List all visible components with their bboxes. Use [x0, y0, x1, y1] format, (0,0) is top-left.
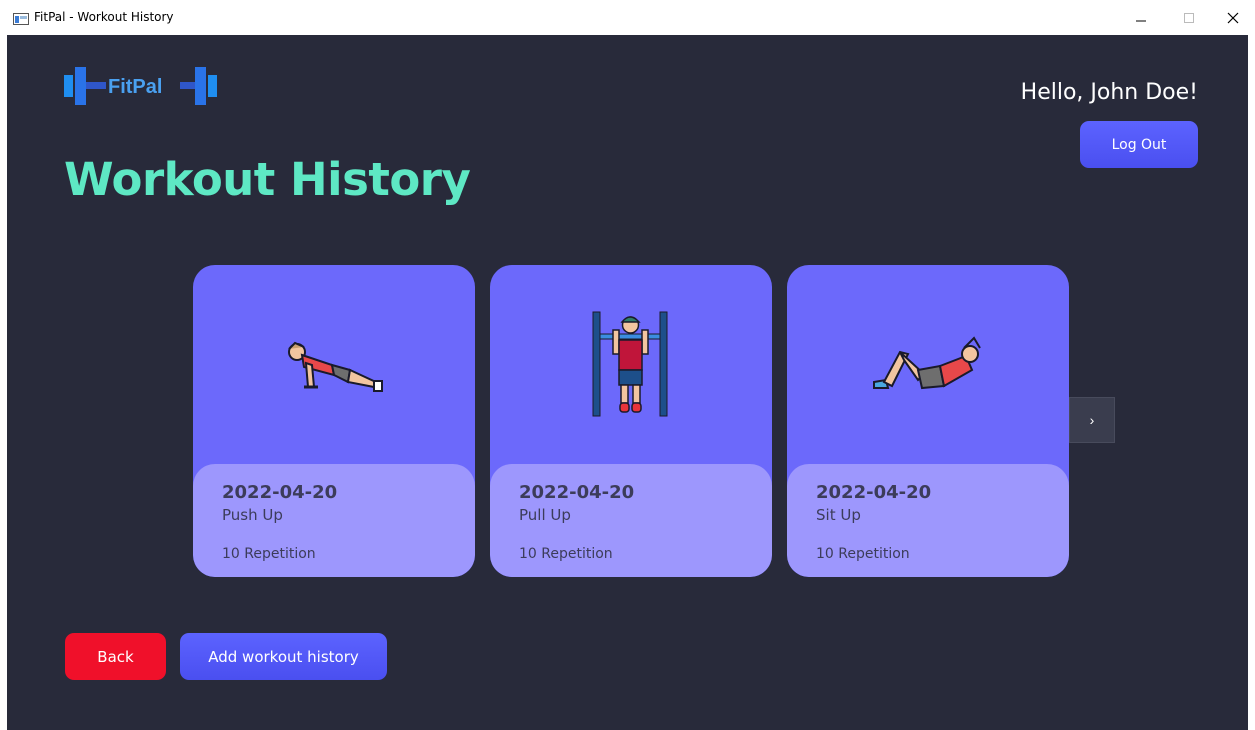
workout-card[interactable]: 2022-04-20 Sit Up 10 Repetition	[787, 265, 1069, 577]
workout-name: Push Up	[222, 506, 283, 524]
close-button[interactable]	[1218, 5, 1248, 31]
logo-text: FitPal	[108, 76, 163, 98]
workout-name: Sit Up	[816, 506, 861, 524]
workout-reps: 10 Repetition	[519, 546, 613, 562]
illustration-area	[490, 265, 772, 465]
workout-name: Pull Up	[519, 506, 571, 524]
workout-card[interactable]: 2022-04-20 Push Up 10 Repetition	[193, 265, 475, 577]
workout-reps: 10 Repetition	[222, 546, 316, 562]
workout-card[interactable]: 2022-04-20 Pull Up 10 Repetition	[490, 265, 772, 577]
workout-date: 2022-04-20	[816, 482, 932, 503]
add-workout-history-button[interactable]: Add workout history	[180, 633, 387, 680]
sit-up-icon	[873, 336, 981, 390]
workout-info: 2022-04-20 Push Up 10 Repetition	[193, 464, 475, 577]
minimize-button[interactable]	[1126, 5, 1156, 31]
workout-date: 2022-04-20	[519, 482, 635, 503]
close-icon	[1227, 12, 1239, 24]
workout-info: 2022-04-20 Sit Up 10 Repetition	[787, 464, 1069, 577]
page-title: Workout History	[64, 153, 471, 206]
user-greeting: Hello, John Doe!	[1020, 80, 1198, 105]
push-up-icon	[288, 341, 383, 392]
window-title: FitPal - Workout History	[34, 10, 174, 24]
app-icon	[13, 13, 29, 25]
window-titlebar: FitPal - Workout History	[0, 0, 1255, 35]
minimize-icon	[1136, 20, 1146, 22]
pull-up-icon	[592, 311, 668, 417]
app-window: FitPal Hello, John Doe! Log Out Workout …	[7, 35, 1248, 730]
workout-date: 2022-04-20	[222, 482, 338, 503]
logout-button[interactable]: Log Out	[1080, 121, 1198, 168]
maximize-icon	[1184, 13, 1194, 23]
chevron-right-icon: ›	[1089, 412, 1095, 428]
illustration-area	[787, 265, 1069, 465]
illustration-area	[193, 265, 475, 465]
back-button[interactable]: Back	[65, 633, 166, 680]
workout-reps: 10 Repetition	[816, 546, 910, 562]
maximize-button[interactable]	[1174, 5, 1204, 31]
carousel-next-button[interactable]: ›	[1069, 397, 1115, 443]
workout-info: 2022-04-20 Pull Up 10 Repetition	[490, 464, 772, 577]
fitpal-logo: FitPal	[64, 65, 234, 110]
